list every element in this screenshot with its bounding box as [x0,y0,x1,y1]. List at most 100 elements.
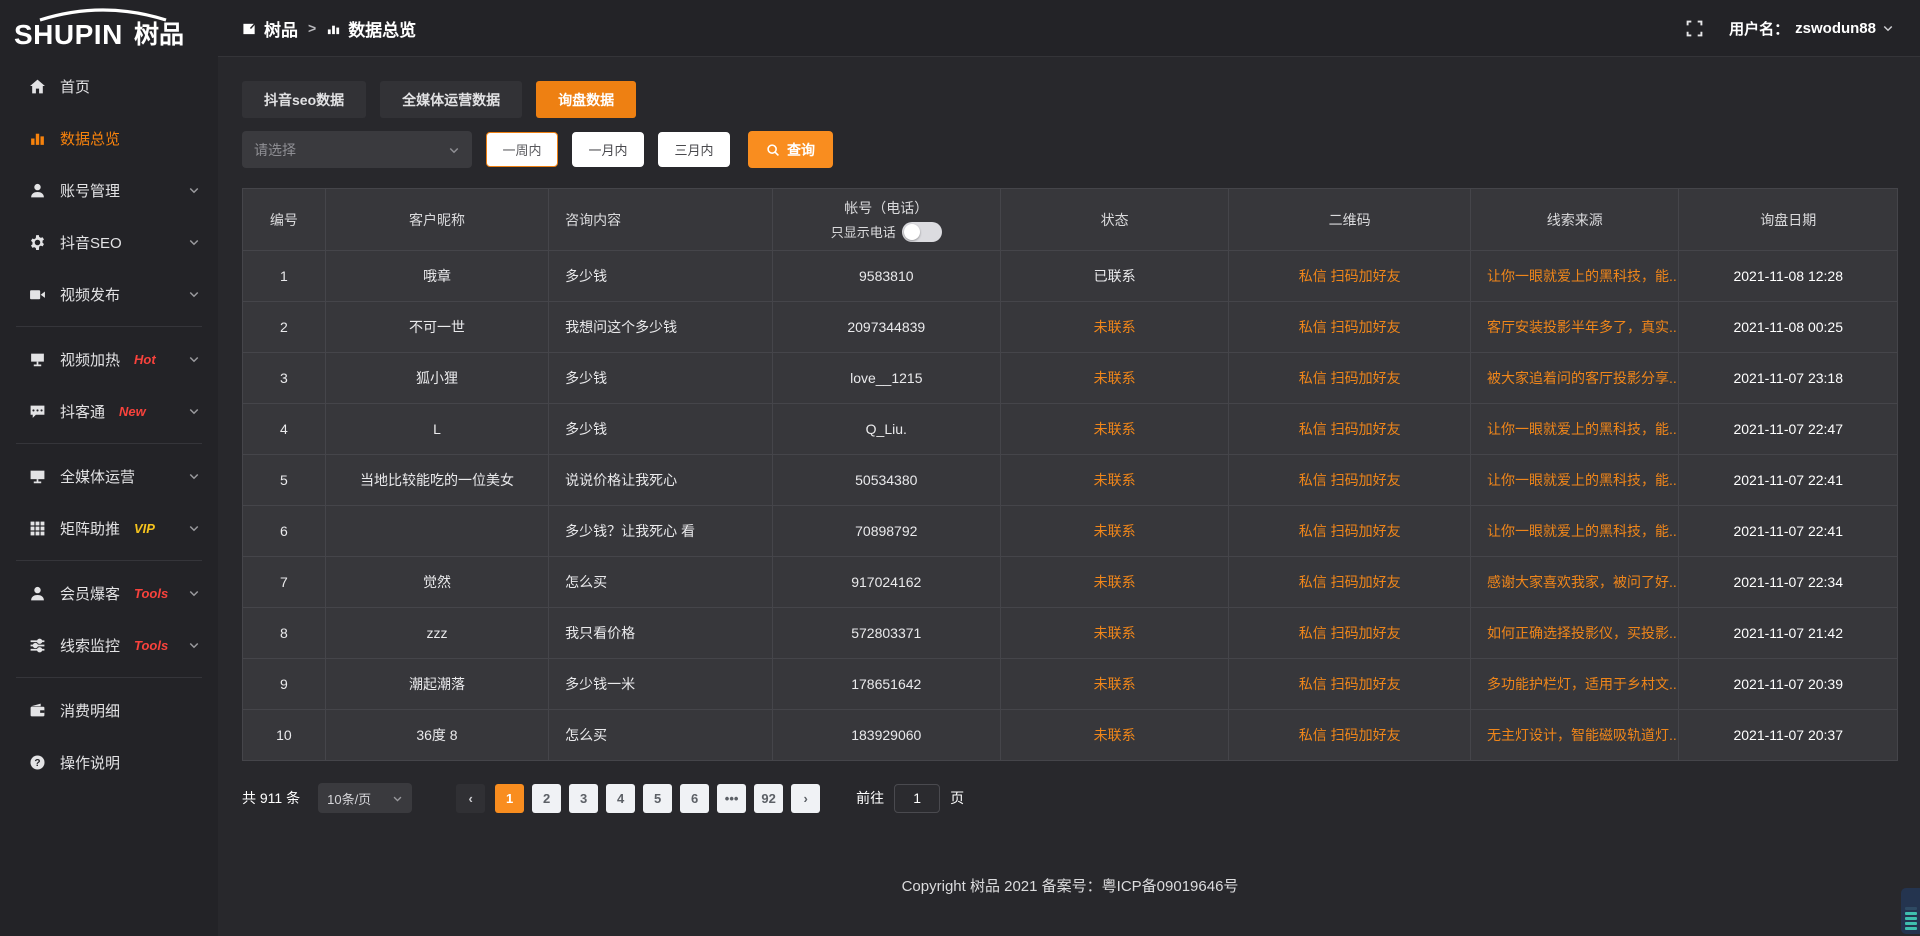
prev-page-button[interactable]: ‹ [456,784,485,813]
search-button[interactable]: 查询 [748,131,833,168]
sidebar-item-account[interactable]: 账号管理 [0,167,218,213]
cell-source[interactable]: 如何正确选择投影仪，买投影... [1470,608,1679,659]
cell-qrcode[interactable]: 私信 扫码加好友 [1229,404,1471,455]
page-button-1[interactable]: 1 [495,784,524,813]
cell-source[interactable]: 让你一眼就爱上的黑科技，能... [1470,506,1679,557]
sidebar-item-help[interactable]: ?操作说明 [0,739,218,785]
cell-nickname: 不可一世 [325,302,548,353]
breadcrumb-separator: > [308,20,316,36]
sidebar-item-label: 抖客通 [60,401,105,422]
pagination: 共 911 条 10条/页 ‹ 123456•••92 › 前往 页 [242,783,1898,813]
goto-page-input[interactable] [894,784,940,813]
cell-content: 多少钱一米 [549,659,772,710]
cell-qrcode[interactable]: 私信 扫码加好友 [1229,302,1471,353]
sidebar-item-data[interactable]: 数据总览 [0,115,218,161]
page-button-92[interactable]: 92 [754,784,783,813]
page-button-2[interactable]: 2 [532,784,561,813]
cell-status: 未联系 [1000,353,1228,404]
cell-qrcode[interactable]: 私信 扫码加好友 [1229,557,1471,608]
sidebar-item-member[interactable]: 会员爆客Tools [0,570,218,616]
tab-inquiry[interactable]: 询盘数据 [536,81,636,118]
gear-icon [28,233,46,251]
sidebar-item-video-heat[interactable]: 视频加热Hot [0,336,218,382]
sidebar-item-consume[interactable]: 消费明细 [0,687,218,733]
sidebar-item-douyin-seo[interactable]: 抖音SEO [0,219,218,265]
sidebar-item-matrix[interactable]: 矩阵助推VIP [0,505,218,551]
sidebar-item-video-pub[interactable]: 视频发布 [0,271,218,317]
cell-date: 2021-11-07 22:41 [1679,455,1898,506]
sidebar-item-label: 数据总览 [60,128,120,149]
user-area: 用户名：zswodun88 [1686,18,1894,39]
cell-content: 我想问这个多少钱 [549,302,772,353]
sidebar-item-media-ops[interactable]: 全媒体运营 [0,453,218,499]
cell-qrcode[interactable]: 私信 扫码加好友 [1229,659,1471,710]
cell-index: 8 [243,608,326,659]
breadcrumb-home[interactable]: 树品 [242,16,298,41]
fullscreen-icon[interactable] [1686,20,1703,37]
sidebar-item-badge: Hot [134,352,156,367]
chevron-down-icon [188,587,200,599]
cell-nickname: 潮起潮落 [325,659,548,710]
cell-index: 2 [243,302,326,353]
phone-only-toggle[interactable] [902,222,942,242]
table-row: 1036度 8怎么买183929060未联系私信 扫码加好友无主灯设计，智能磁吸… [243,710,1898,761]
cell-source[interactable]: 让你一眼就爱上的黑科技，能... [1470,251,1679,302]
cell-qrcode[interactable]: 私信 扫码加好友 [1229,251,1471,302]
cell-qrcode[interactable]: 私信 扫码加好友 [1229,506,1471,557]
period-group: 一周内一月内三月内 [486,132,730,167]
cell-date: 2021-11-08 00:25 [1679,302,1898,353]
page-size-select[interactable]: 10条/页 [318,783,412,813]
sidebar-divider [16,326,202,327]
page-button-6[interactable]: 6 [680,784,709,813]
sidebar-item-label: 抖音SEO [60,232,122,253]
page-button-5[interactable]: 5 [643,784,672,813]
table-row: 7觉然怎么买917024162未联系私信 扫码加好友感谢大家喜欢我家，被问了好.… [243,557,1898,608]
cell-date: 2021-11-07 20:39 [1679,659,1898,710]
cell-source[interactable]: 客厅安装投影半年多了，真实... [1470,302,1679,353]
cell-status: 未联系 [1000,302,1228,353]
sidebar-item-label: 首页 [60,76,90,97]
cell-source[interactable]: 被大家追着问的客厅投影分享... [1470,353,1679,404]
page-button-3[interactable]: 3 [569,784,598,813]
chevron-down-icon [188,470,200,482]
chevron-down-icon [188,288,200,300]
cell-account: 2097344839 [772,302,1000,353]
sidebar-item-label: 矩阵助推 [60,518,120,539]
account-header-title: 帐号（电话） [844,198,928,218]
page-button-4[interactable]: 4 [606,784,635,813]
sidebar-item-badge: Tools [134,586,168,601]
floating-widget[interactable] [1901,888,1920,934]
sidebar-item-label: 消费明细 [60,700,120,721]
sidebar-item-badge: New [119,404,146,419]
cell-source[interactable]: 让你一眼就爱上的黑科技，能... [1470,404,1679,455]
cell-source[interactable]: 感谢大家喜欢我家，被问了好... [1470,557,1679,608]
cell-source[interactable]: 让你一眼就爱上的黑科技，能... [1470,455,1679,506]
breadcrumb-current[interactable]: 数据总览 [326,16,416,41]
cell-qrcode[interactable]: 私信 扫码加好友 [1229,353,1471,404]
grid-icon [28,519,46,537]
topbar: 树品 > 数据总览 用户名：zswodun88 [218,0,1920,57]
period-button[interactable]: 三月内 [658,132,730,167]
period-button[interactable]: 一周内 [486,132,558,167]
next-page-button[interactable]: › [791,784,820,813]
page-ellipsis[interactable]: ••• [717,784,746,813]
cell-content: 怎么买 [549,710,772,761]
sidebar-item-home[interactable]: 首页 [0,63,218,109]
cell-source[interactable]: 无主灯设计，智能磁吸轨道灯... [1470,710,1679,761]
cell-status: 未联系 [1000,608,1228,659]
cell-date: 2021-11-07 22:34 [1679,557,1898,608]
cell-index: 6 [243,506,326,557]
cell-source[interactable]: 多功能护栏灯，适用于乡村文... [1470,659,1679,710]
sidebar-item-clue[interactable]: 线索监控Tools [0,622,218,668]
cell-qrcode[interactable]: 私信 扫码加好友 [1229,710,1471,761]
cell-qrcode[interactable]: 私信 扫码加好友 [1229,608,1471,659]
cell-nickname: 哦章 [325,251,548,302]
tab-media-data[interactable]: 全媒体运营数据 [380,81,522,118]
account-select[interactable]: 请选择 [242,131,472,168]
period-button[interactable]: 一月内 [572,132,644,167]
tab-seo-data[interactable]: 抖音seo数据 [242,81,366,118]
cell-qrcode[interactable]: 私信 扫码加好友 [1229,455,1471,506]
user-menu[interactable]: 用户名：zswodun88 [1729,18,1894,39]
sidebar-divider [16,443,202,444]
sidebar-item-douketong[interactable]: 抖客通 New [0,388,218,434]
